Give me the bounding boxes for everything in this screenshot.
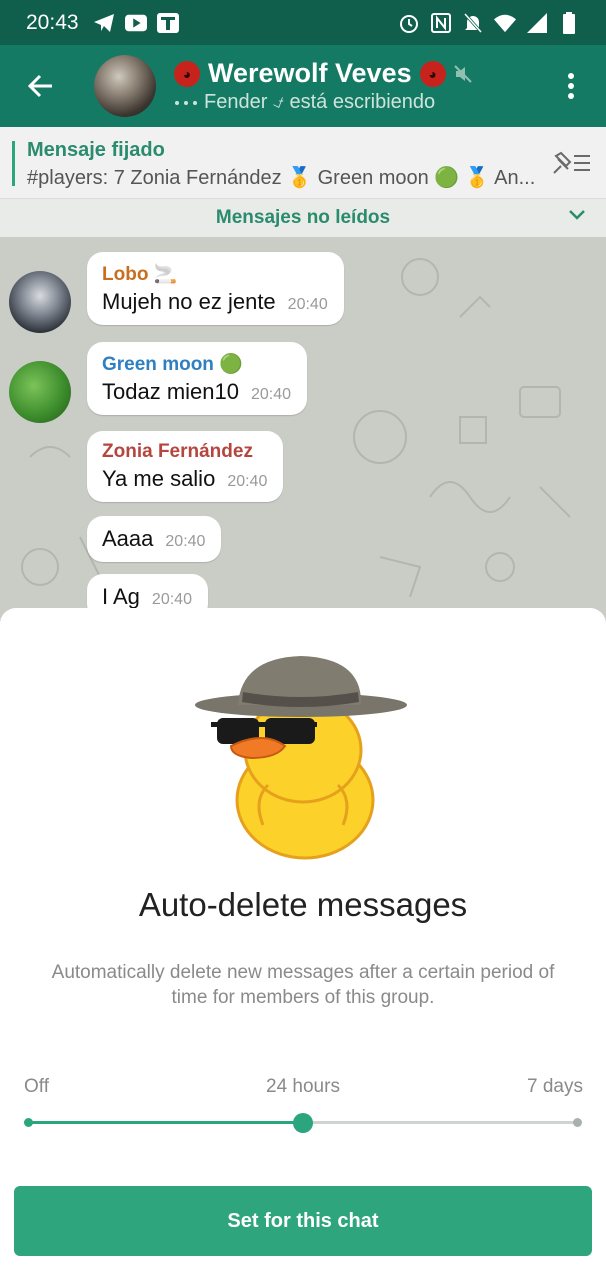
message-time: 20:40	[151, 591, 192, 608]
auto-delete-slider[interactable]	[24, 1113, 582, 1133]
chat-header: ◕ Werewolf Veves ◕ Fender ⍻ está escribi…	[0, 45, 606, 127]
slider-stop-off[interactable]	[24, 1118, 33, 1127]
telegram-icon	[93, 12, 115, 34]
typing-dots-icon	[175, 100, 197, 105]
message-sender[interactable]: Green moon 🟢	[102, 352, 291, 376]
message-time: 20:40	[250, 386, 292, 403]
nfc-icon	[430, 12, 452, 34]
avatar-lobo[interactable]	[9, 271, 71, 333]
slider-label-24-hours[interactable]: 24 hours	[0, 1076, 606, 1098]
message-text: Ya me salio	[102, 466, 216, 491]
status-bar: 20:43	[0, 0, 606, 45]
message-text: Mujeh no ez jente	[102, 289, 276, 314]
chat-title: Werewolf Veves	[208, 58, 412, 88]
message-time: 20:40	[165, 533, 206, 550]
pinned-list-button[interactable]	[550, 147, 592, 179]
message-sender[interactable]: Lobo 🚬	[102, 262, 328, 286]
message-bubble[interactable]: Aaaa 20:40	[87, 516, 222, 562]
group-avatar[interactable]	[94, 55, 156, 117]
battery-icon	[558, 11, 580, 34]
message-text: Todaz mien10	[102, 379, 239, 404]
chat-area[interactable]: Lobo 🚬 Mujeh no ez jente 20:40 Green moo…	[0, 237, 606, 617]
arrow-back-icon	[27, 74, 52, 98]
message-bubble[interactable]: Green moon 🟢 Todaz mien10 20:40	[87, 342, 308, 415]
status-left-icons	[93, 12, 179, 34]
chat-title-block[interactable]: ◕ Werewolf Veves ◕ Fender ⍻ está escribi…	[174, 58, 472, 114]
unread-messages-banner[interactable]: Mensajes no leídos	[0, 199, 606, 237]
devil-emoji-icon: ◕	[174, 60, 200, 87]
chevron-down-icon	[569, 210, 585, 220]
pin-list-icon	[553, 151, 590, 174]
slider-track-fill	[28, 1121, 303, 1124]
signal-icon	[526, 12, 548, 34]
slider-thumb[interactable]	[293, 1113, 313, 1133]
more-vertical-icon	[568, 73, 574, 99]
message-time: 20:40	[287, 296, 328, 313]
t-app-icon	[156, 12, 179, 34]
more-options-button[interactable]	[536, 45, 606, 127]
pinned-indicator	[12, 141, 15, 186]
muted-icon	[453, 64, 472, 83]
devil-emoji-icon: ◕	[419, 60, 446, 87]
status-right-icons	[398, 11, 580, 34]
message-bubble[interactable]: Lobo 🚬 Mujeh no ez jente 20:40	[87, 252, 344, 325]
slider-stop-7-days[interactable]	[573, 1118, 582, 1127]
alarm-icon	[398, 12, 420, 34]
message-text: Aaaa	[102, 526, 154, 551]
auto-delete-sheet: Auto-delete messages Automatically delet…	[0, 608, 606, 1280]
message-sender[interactable]: Zonia Fernández	[102, 441, 267, 463]
set-for-chat-button[interactable]: Set for this chat	[14, 1186, 592, 1256]
duck-sticker-icon	[195, 656, 407, 860]
slider-labels: Off 24 hours 7 days	[0, 1076, 606, 1100]
status-time: 20:43	[26, 10, 79, 34]
wifi-icon	[494, 12, 516, 34]
message-text: I Ag	[102, 584, 140, 609]
message-bubble[interactable]: Zonia Fernández Ya me salio 20:40	[87, 431, 284, 502]
sheet-title: Auto-delete messages	[138, 886, 468, 923]
youtube-icon	[124, 12, 147, 34]
message-time: 20:40	[227, 473, 268, 490]
typing-status: Fender ⍻ está escribiendo	[174, 91, 472, 114]
slider-label-7-days[interactable]: 7 days	[527, 1076, 583, 1098]
pinned-title: Mensaje fijado	[27, 139, 165, 161]
notifications-off-icon	[462, 12, 484, 34]
unread-label: Mensajes no leídos	[215, 207, 391, 228]
pinned-text: #players: 7 Zonia Fernández 🥇 Green moon…	[27, 167, 536, 189]
back-button[interactable]	[0, 45, 80, 127]
sheet-description: Automatically delete new messages after …	[51, 962, 555, 1008]
pinned-message-bar[interactable]: Mensaje fijado #players: 7 Zonia Fernánd…	[0, 127, 606, 199]
avatar-green-moon[interactable]	[9, 361, 71, 423]
typing-text: Fender ⍻ está escribiendo	[204, 91, 436, 113]
